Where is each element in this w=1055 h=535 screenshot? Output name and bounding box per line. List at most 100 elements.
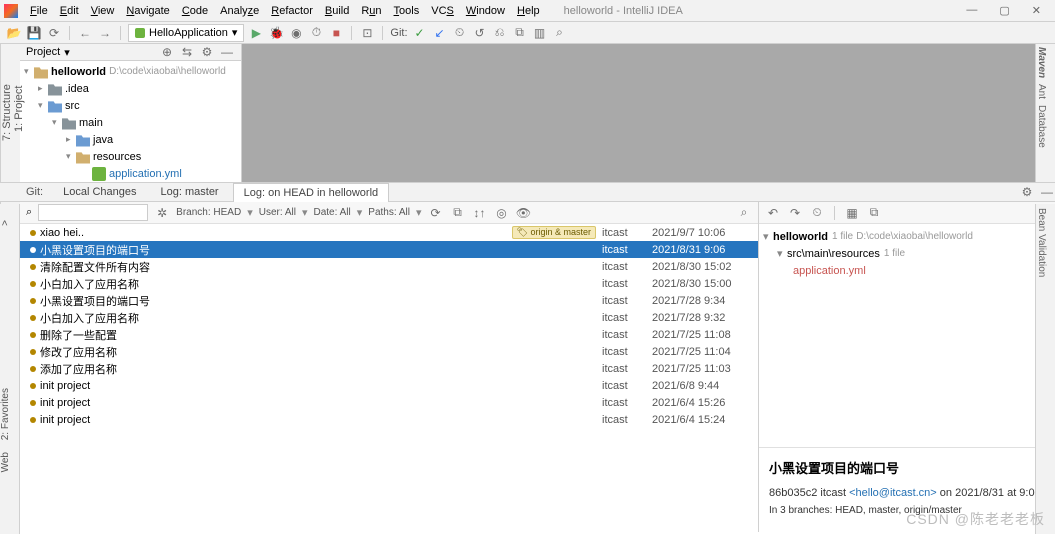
group-icon[interactable]: ▦: [844, 205, 860, 221]
eye-icon[interactable]: 👁: [516, 205, 532, 221]
tab-maven[interactable]: Maven: [1036, 44, 1047, 81]
debug-icon[interactable]: 🐞: [268, 25, 284, 41]
refresh-icon[interactable]: ⟳: [428, 205, 444, 221]
git-tag-icon[interactable]: ⧉: [512, 25, 528, 41]
commit-row[interactable]: 小黑设置项目的端口号itcast2021/7/28 9:34: [20, 292, 758, 309]
git-branch-icon[interactable]: ⎌: [492, 25, 508, 41]
gear-icon[interactable]: ⚙: [1019, 184, 1035, 200]
filter-user[interactable]: User: All: [259, 207, 296, 218]
git-header-label: Git:: [26, 186, 43, 198]
git-check-icon[interactable]: ✓: [412, 25, 428, 41]
back-icon[interactable]: ←: [77, 25, 93, 41]
editor-area[interactable]: [242, 44, 1055, 182]
menu-view[interactable]: View: [85, 5, 121, 17]
hide-icon[interactable]: —: [219, 44, 235, 60]
filter-branch[interactable]: Branch: HEAD: [176, 207, 241, 218]
commit-row[interactable]: init projectitcast2021/6/4 15:26: [20, 394, 758, 411]
maximize-icon[interactable]: ▢: [999, 4, 1009, 17]
minimize-icon[interactable]: —: [966, 4, 977, 17]
menu-tools[interactable]: Tools: [388, 5, 426, 17]
tree-idea[interactable]: .idea: [65, 83, 89, 95]
filter-date[interactable]: Date: All: [314, 207, 351, 218]
tab-database[interactable]: Database: [1036, 102, 1047, 151]
tab-favorites[interactable]: 2: Favorites: [0, 382, 11, 446]
history-icon[interactable]: ⏲: [809, 205, 825, 221]
git-rollback-icon[interactable]: ↺: [472, 25, 488, 41]
tab-project[interactable]: 1: Project: [13, 48, 25, 170]
tab-structure[interactable]: 7: Structure: [1, 85, 13, 142]
regex-icon[interactable]: ✲: [154, 205, 170, 221]
collapse-icon[interactable]: ⇆: [179, 44, 195, 60]
tree-resources[interactable]: resources: [93, 151, 141, 163]
menu-analyze[interactable]: Analyze: [214, 5, 265, 17]
menu-file[interactable]: File: [24, 5, 54, 17]
author-email-link[interactable]: <hello@itcast.cn>: [849, 487, 937, 499]
log-search-input[interactable]: [38, 204, 148, 221]
structure-view-icon[interactable]: ▥: [532, 25, 548, 41]
commit-row[interactable]: 修改了应用名称itcast2021/7/25 11:04: [20, 343, 758, 360]
commit-row[interactable]: 添加了应用名称itcast2021/7/25 11:03: [20, 360, 758, 377]
tree-main[interactable]: main: [79, 117, 103, 129]
menu-build[interactable]: Build: [319, 5, 355, 17]
menu-run[interactable]: Run: [355, 5, 387, 17]
commit-row[interactable]: init projectitcast2021/6/8 9:44: [20, 377, 758, 394]
gear-icon[interactable]: ⚙: [199, 44, 215, 60]
cherry-icon[interactable]: ⧉: [450, 205, 466, 221]
tree-java[interactable]: java: [93, 134, 113, 146]
tab-log-master[interactable]: Log: master: [151, 182, 229, 202]
search-icon[interactable]: ⌕: [736, 205, 752, 221]
menu-window[interactable]: Window: [460, 5, 511, 17]
vcs-update-icon[interactable]: ⊡: [359, 25, 375, 41]
menu-navigate[interactable]: Navigate: [120, 5, 175, 17]
commit-row[interactable]: xiao hei..🏷 origin & masteritcast2021/9/…: [20, 224, 758, 241]
menu-edit[interactable]: Edit: [54, 5, 85, 17]
forward-icon[interactable]: →: [97, 25, 113, 41]
menu-help[interactable]: Help: [511, 5, 546, 17]
redo-icon[interactable]: ↷: [787, 205, 803, 221]
intellisort-icon[interactable]: ↕↑: [472, 205, 488, 221]
coverage-icon[interactable]: ◉: [288, 25, 304, 41]
commit-row[interactable]: init projectitcast2021/6/4 15:24: [20, 411, 758, 428]
menu-code[interactable]: Code: [176, 5, 214, 17]
stop-icon[interactable]: ■: [328, 25, 344, 41]
run-config-selector[interactable]: HelloApplication ▾: [128, 24, 244, 42]
commit-row[interactable]: 清除配置文件所有内容itcast2021/8/30 15:02: [20, 258, 758, 275]
tree-src[interactable]: src: [65, 100, 80, 112]
save-icon[interactable]: 💾: [26, 25, 42, 41]
commit-row[interactable]: 小白加入了应用名称itcast2021/7/28 9:32: [20, 309, 758, 326]
tab-ant[interactable]: Ant: [1036, 81, 1047, 102]
menu-refactor[interactable]: Refactor: [265, 5, 319, 17]
tab-log-head[interactable]: Log: on HEAD in helloworld: [233, 183, 390, 203]
profile-icon[interactable]: ⏱: [308, 25, 324, 41]
open-icon[interactable]: 📂: [6, 25, 22, 41]
select-opened-icon[interactable]: ⊕: [159, 44, 175, 60]
tree-root[interactable]: helloworld: [51, 66, 106, 78]
tab-local-changes[interactable]: Local Changes: [53, 182, 146, 202]
changed-files-tree[interactable]: ▾helloworld1 file D:\code\xiaobai\hellow…: [759, 224, 1055, 283]
project-view-label[interactable]: Project: [26, 46, 60, 58]
refresh-icon[interactable]: ⟳: [46, 25, 62, 41]
window-title: helloworld - IntelliJ IDEA: [564, 5, 683, 17]
menu-bar: File Edit View Navigate Code Analyze Ref…: [0, 0, 1055, 22]
hide-icon[interactable]: —: [1039, 184, 1055, 200]
run-icon[interactable]: ▶: [248, 25, 264, 41]
diff-icon[interactable]: ⧉: [866, 205, 882, 221]
chevron-down-icon[interactable]: ▾: [64, 46, 70, 59]
git-history-icon[interactable]: ⏲: [452, 25, 468, 41]
changed-file[interactable]: application.yml: [793, 265, 866, 277]
commit-list[interactable]: xiao hei..🏷 origin & masteritcast2021/9/…: [20, 224, 758, 532]
tab-web[interactable]: Web: [0, 446, 11, 478]
undo-icon[interactable]: ↶: [765, 205, 781, 221]
goto-icon[interactable]: ◎: [494, 205, 510, 221]
menu-vcs[interactable]: VCS: [425, 5, 460, 17]
tree-application-yml[interactable]: application.yml: [109, 168, 182, 180]
git-push-icon[interactable]: ↙: [432, 25, 448, 41]
tab-bean-validation[interactable]: Bean Validation: [1036, 204, 1047, 281]
commit-row[interactable]: 小黑设置项目的端口号itcast2021/8/31 9:06: [20, 241, 758, 258]
search-icon[interactable]: ⌕: [552, 25, 568, 41]
filter-paths[interactable]: Paths: All: [368, 207, 410, 218]
commit-row[interactable]: 删除了一些配置itcast2021/7/25 11:08: [20, 326, 758, 343]
commit-row[interactable]: 小白加入了应用名称itcast2021/8/30 15:00: [20, 275, 758, 292]
project-tree[interactable]: ▾helloworld D:\code\xiaobai\helloworld ▸…: [20, 61, 241, 182]
close-icon[interactable]: ✕: [1032, 4, 1041, 17]
